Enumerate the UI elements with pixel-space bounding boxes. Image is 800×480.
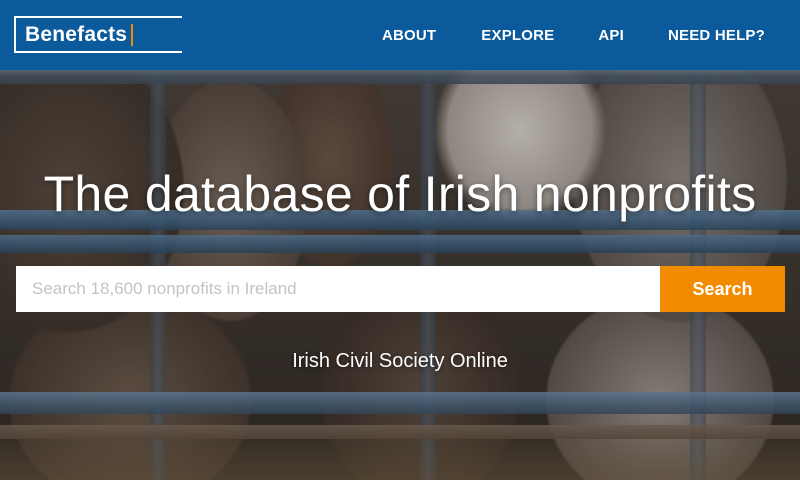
nav-about-link[interactable]: ABOUT: [382, 27, 436, 44]
search-button[interactable]: Search: [660, 266, 785, 312]
nav-need-help-link[interactable]: NEED HELP?: [668, 27, 765, 44]
benefacts-logo[interactable]: Benefacts: [14, 16, 182, 53]
search-input[interactable]: [16, 266, 660, 312]
hero-title: The database of Irish nonprofits: [43, 166, 757, 222]
site-header: Benefacts ABOUT EXPLORE API NEED HELP?: [0, 0, 800, 70]
nav-explore-link[interactable]: EXPLORE: [481, 27, 554, 44]
logo-text: Benefacts: [25, 22, 128, 46]
logo-cursor-mark: [131, 23, 134, 46]
search-bar: Search: [16, 266, 785, 312]
main-nav: ABOUT EXPLORE API NEED HELP?: [382, 0, 800, 70]
nav-api-link[interactable]: API: [598, 27, 624, 44]
hero-tagline: Irish Civil Society Online: [292, 350, 508, 372]
